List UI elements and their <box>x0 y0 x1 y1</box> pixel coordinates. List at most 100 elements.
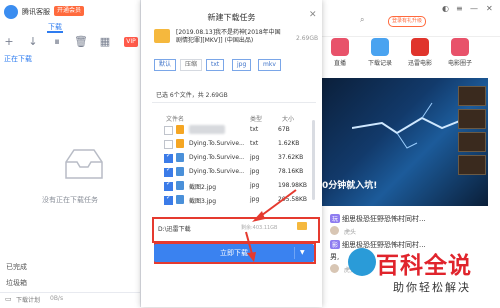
more-icon[interactable]: ▦ <box>98 35 112 49</box>
file-icon <box>176 125 184 134</box>
file-type: txt <box>250 140 259 147</box>
file-size: 37.62KB <box>278 154 304 161</box>
file-row[interactable]: Dying.To.Survive.... jpg 37.62KB <box>164 152 310 164</box>
selection-summary: 已选 6个文件，共 2.69GB <box>156 92 228 99</box>
download-toolbar: + ↓ ⏸ 🗑 ▦ <box>0 35 140 51</box>
thumbnail-strip <box>458 86 486 178</box>
file-name: 截图3.jpg <box>189 198 217 205</box>
file-type-filter: 默认 压缩 txt jpg mkv <box>154 59 312 71</box>
avatar <box>330 264 339 273</box>
file-size: 67B <box>278 126 290 133</box>
filter-jpg[interactable]: jpg <box>232 59 252 71</box>
file-name: Dying.To.Survive.... <box>189 168 244 175</box>
member-badge[interactable]: 开通会员 <box>54 6 85 16</box>
column-header-type: 类型 <box>250 116 263 123</box>
nav-xunlei-movie-label: 迅雷电影 <box>407 60 432 67</box>
nav-movie-circle-label: 电影圈子 <box>447 60 472 67</box>
annotation-arrows <box>245 189 297 262</box>
tab-underline <box>47 31 63 33</box>
movie-icon <box>411 38 429 56</box>
pause-icon[interactable]: ⏸ <box>50 35 64 49</box>
circle-icon <box>451 38 469 56</box>
news-author: 虎头 <box>344 229 357 236</box>
featured-media[interactable]: 0分钟就入坑! <box>322 78 488 206</box>
live-icon <box>331 38 349 56</box>
scrollbar[interactable] <box>312 120 315 200</box>
menu-icon[interactable]: ≡ <box>456 4 463 13</box>
redacted-filename <box>189 125 225 134</box>
delete-icon[interactable]: 🗑 <box>74 35 88 49</box>
file-checkbox[interactable] <box>164 166 173 177</box>
thumbnail[interactable] <box>458 132 486 152</box>
file-name: Dying.To.Survive.... <box>189 154 244 161</box>
news-snippet: 男, <box>330 253 340 261</box>
nav-download-record-label: 下载记录 <box>367 60 392 67</box>
download-arrow-icon[interactable]: ↓ <box>26 35 40 49</box>
download-plan-label[interactable]: 下载计划 <box>16 295 40 304</box>
media-caption: 0分钟就入坑! <box>322 181 378 191</box>
thumbnail[interactable] <box>458 155 486 175</box>
close-icon[interactable]: ✕ <box>309 10 317 20</box>
browse-folder-icon[interactable] <box>297 222 307 230</box>
file-icon <box>176 195 184 204</box>
file-checkbox[interactable] <box>164 194 173 205</box>
file-icon <box>176 139 184 148</box>
login-gift-badge[interactable]: 登录有礼升级 <box>388 16 427 27</box>
news-tag: 玩 <box>330 214 341 223</box>
app-logo <box>4 5 18 19</box>
nav-live[interactable]: 直播 <box>322 38 358 67</box>
search-icon[interactable]: ⌕ <box>360 15 364 25</box>
filter-txt[interactable]: txt <box>206 59 225 71</box>
task-name: [2019.08.13]我不是药神[2018年中国剧情犯罪][MKV]] (中国… <box>176 29 281 44</box>
file-type: txt <box>250 126 259 133</box>
nav-live-label: 直播 <box>333 60 346 67</box>
dialog-title: 新建下载任务 <box>207 13 256 22</box>
filter-archive[interactable]: 压缩 <box>180 59 203 71</box>
watermark-text: 百科全说 <box>376 253 472 279</box>
nav-download-record[interactable]: 下载记录 <box>362 38 398 67</box>
skin-icon[interactable]: ◐ <box>442 4 449 13</box>
speed-readout: 0B/s <box>50 295 64 302</box>
lightning-graphic <box>352 102 472 149</box>
filter-mkv[interactable]: mkv <box>258 59 281 71</box>
vip-icon[interactable]: VIP <box>124 37 138 47</box>
nav-movie-circle[interactable]: 电影圈子 <box>442 38 478 67</box>
watermark-subtext: 助你轻松解决 <box>393 281 471 294</box>
file-checkbox[interactable] <box>164 152 173 163</box>
app-title: 腾讯客服 <box>22 8 50 16</box>
empty-tray-icon <box>65 149 103 179</box>
add-icon[interactable]: + <box>2 35 16 49</box>
filter-default[interactable]: 默认 <box>154 59 177 71</box>
plan-icon[interactable]: ▭ <box>5 295 12 303</box>
thumbnail[interactable] <box>458 109 486 129</box>
save-path-value: D:\迅雷下载 <box>158 226 191 233</box>
folder-icon <box>154 29 170 43</box>
nav-xunlei-movie[interactable]: 迅雷电影 <box>402 38 438 67</box>
avatar <box>330 226 339 235</box>
file-name: Dying.To.Survive.... <box>189 140 244 147</box>
file-size: 1.62KB <box>278 140 300 147</box>
chevron-down-icon[interactable]: ▼ <box>300 249 305 256</box>
file-name: 截图2.jpg <box>189 184 217 191</box>
file-checkbox[interactable] <box>164 140 173 149</box>
column-header-name: 文件名 <box>166 116 185 123</box>
feature-nav: 直播 下载记录 迅雷电影 电影圈子 <box>322 38 500 72</box>
file-row[interactable]: Dying.To.Survive.... txt 1.62KB <box>164 138 310 150</box>
news-tag: 影 <box>330 240 341 249</box>
file-checkbox[interactable] <box>164 126 173 135</box>
empty-state-text: 没有正在下载任务 <box>42 196 98 204</box>
completed-section[interactable]: 已完成 <box>6 262 27 272</box>
file-icon <box>176 153 184 162</box>
news-title: 细思极恐狂野恐怖村同村... <box>342 215 426 223</box>
trash-section[interactable]: 垃圾箱 <box>6 278 27 288</box>
file-type: jpg <box>250 154 260 161</box>
downloading-section[interactable]: 正在下载 <box>4 54 32 64</box>
file-row[interactable]: txt 67B <box>164 124 310 136</box>
thumbnail[interactable] <box>458 86 486 106</box>
cloud-icon <box>371 38 389 56</box>
close-window-icon[interactable]: ✕ <box>486 4 493 13</box>
divider <box>152 102 316 103</box>
file-checkbox[interactable] <box>164 180 173 191</box>
minimize-icon[interactable]: — <box>470 4 478 13</box>
news-item[interactable]: 玩细思极恐狂野恐怖村同村... <box>330 214 426 224</box>
